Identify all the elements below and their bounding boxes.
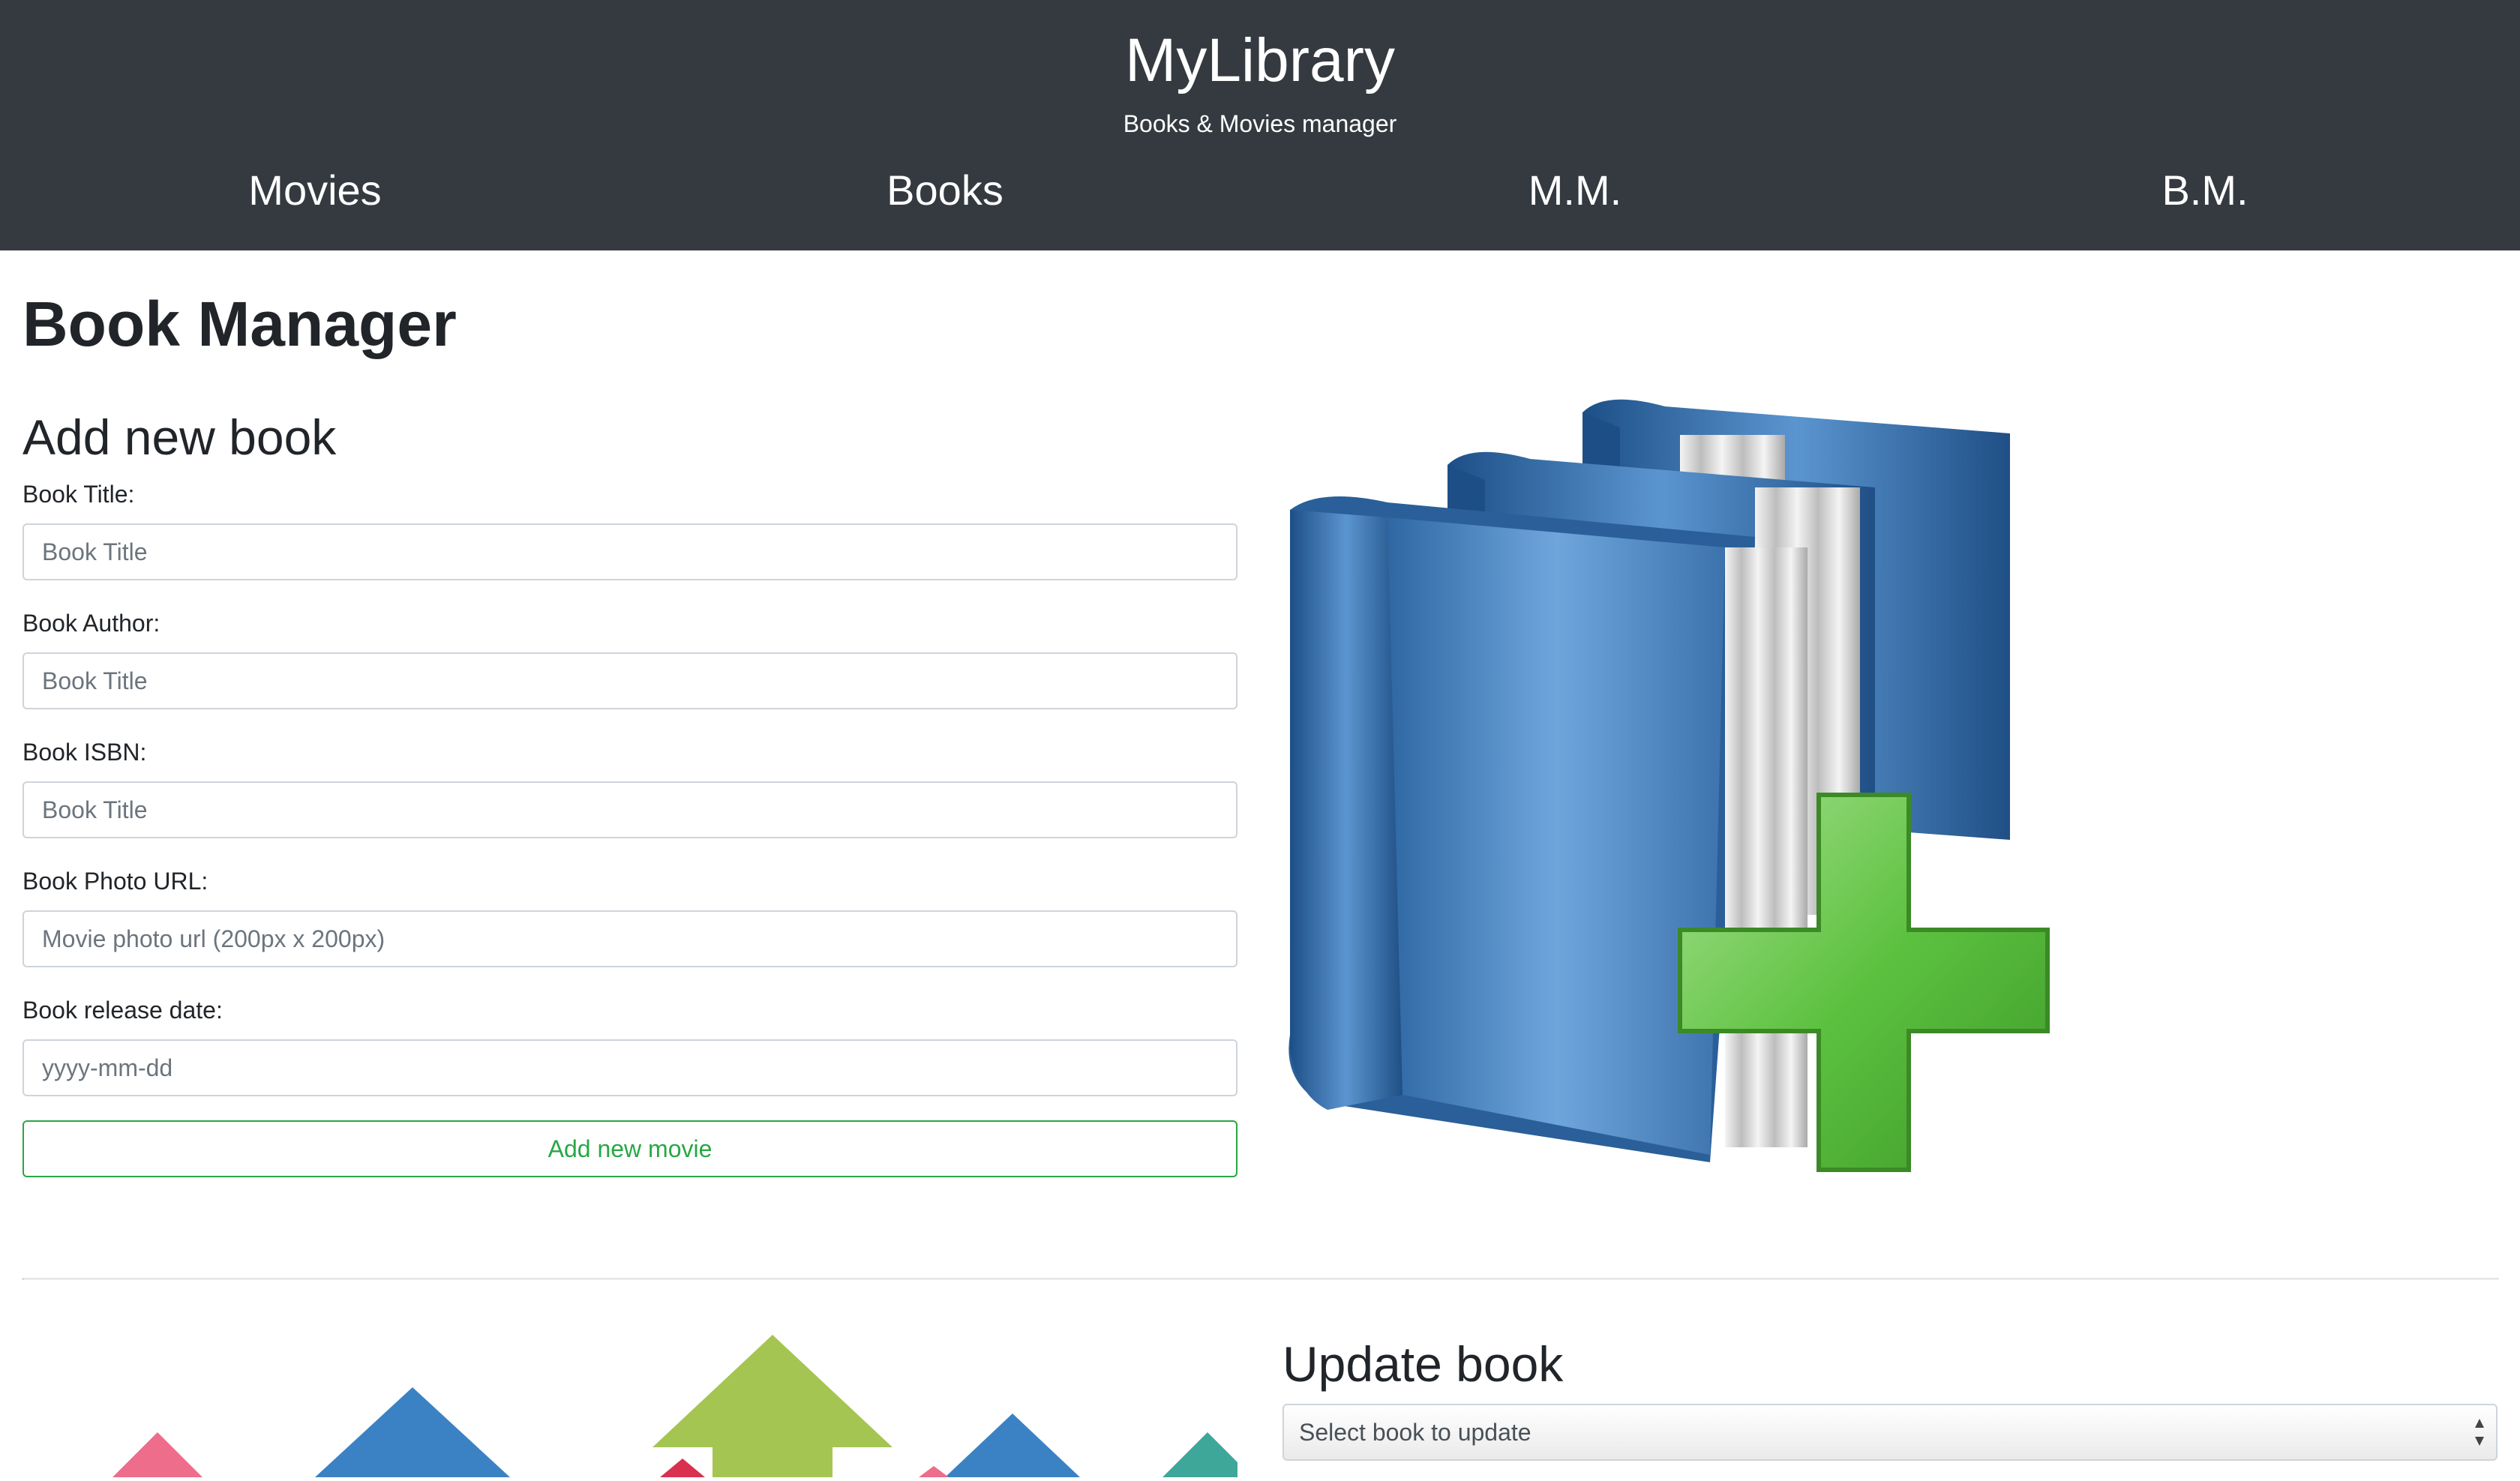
book-select-value: Select book to update bbox=[1299, 1419, 1532, 1446]
book-title-input[interactable] bbox=[22, 523, 1238, 580]
book-photo-url-input[interactable] bbox=[22, 910, 1238, 967]
site-header: MyLibrary Books & Movies manager Movies … bbox=[0, 0, 2520, 250]
book-release-date-input[interactable] bbox=[22, 1039, 1238, 1096]
book-isbn-input[interactable] bbox=[22, 781, 1238, 838]
book-photo-url-label: Book Photo URL: bbox=[22, 868, 208, 895]
main-nav: Movies Books M.M. B.M. bbox=[0, 159, 2520, 222]
page-title: Book Manager bbox=[22, 289, 457, 359]
book-author-label: Book Author: bbox=[22, 610, 160, 637]
nav-book-manager[interactable]: B.M. bbox=[1890, 159, 2520, 222]
books-with-plus-icon bbox=[1275, 390, 2062, 1181]
book-release-date-label: Book release date: bbox=[22, 997, 223, 1024]
update-book-title: Update book bbox=[1282, 1336, 1564, 1392]
nav-movie-manager[interactable]: M.M. bbox=[1260, 159, 1890, 222]
select-arrows-icon bbox=[2475, 1419, 2484, 1446]
arrows-graphic bbox=[22, 1327, 1245, 1481]
book-title-label: Book Title: bbox=[22, 481, 135, 508]
book-author-input[interactable] bbox=[22, 652, 1238, 709]
nav-books[interactable]: Books bbox=[630, 159, 1260, 222]
add-book-button[interactable]: Add new movie bbox=[22, 1120, 1238, 1177]
book-isbn-label: Book ISBN: bbox=[22, 739, 147, 766]
nav-movies[interactable]: Movies bbox=[0, 159, 630, 222]
section-divider bbox=[22, 1278, 2499, 1280]
site-tagline: Books & Movies manager bbox=[1123, 110, 1397, 137]
book-select[interactable]: Select book to update bbox=[1282, 1404, 2498, 1461]
site-brand[interactable]: MyLibrary bbox=[0, 19, 2520, 102]
add-book-title: Add new book bbox=[22, 409, 337, 465]
